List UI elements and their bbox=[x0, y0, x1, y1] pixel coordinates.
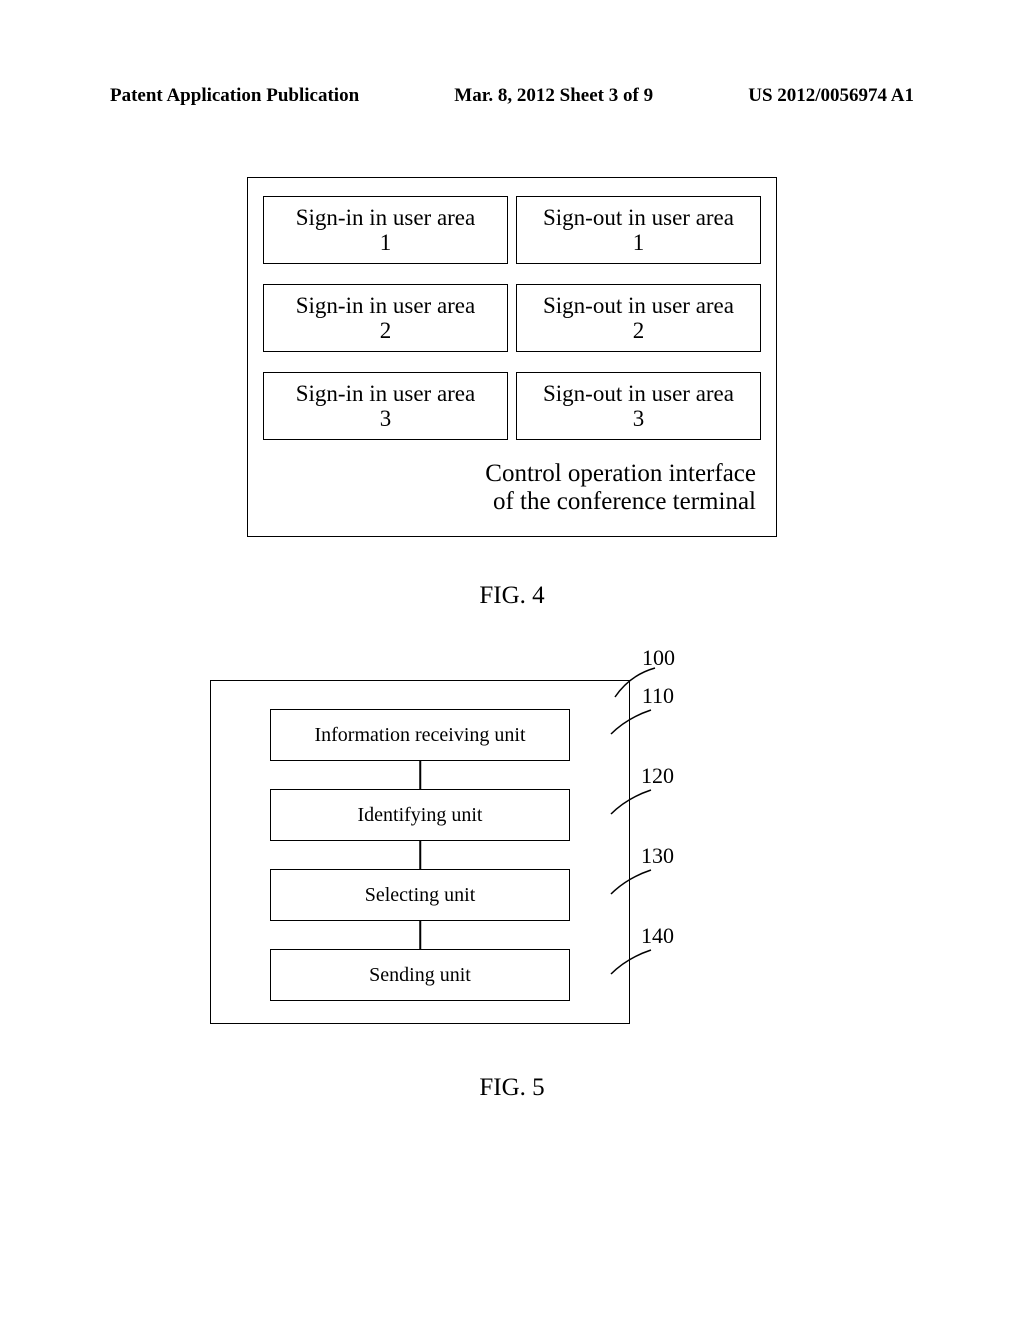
leader-130-icon bbox=[609, 866, 654, 896]
unit-row-120: Identifying unit 120 bbox=[211, 789, 629, 841]
signin-area-1: Sign-in in user area 1 bbox=[263, 196, 508, 264]
connector-1 bbox=[419, 761, 421, 789]
unit-row-130: Selecting unit 130 bbox=[211, 869, 629, 921]
leader-140-icon bbox=[609, 946, 654, 976]
unit-row-110: Information receiving unit 110 bbox=[211, 709, 629, 761]
fig5-panel: 100 Information receiving unit 110 Ident… bbox=[210, 680, 630, 1024]
info-receiving-unit: Information receiving unit bbox=[270, 709, 570, 761]
unit-row-140: Sending unit 140 bbox=[211, 949, 629, 1001]
fig4-row-2: Sign-in in user area 2 Sign-out in user … bbox=[263, 284, 761, 352]
leader-110-icon bbox=[609, 706, 654, 736]
header-center: Mar. 8, 2012 Sheet 3 of 9 bbox=[454, 85, 653, 107]
signout-area-3: Sign-out in user area 3 bbox=[516, 372, 761, 440]
signout-area-2: Sign-out in user area 2 bbox=[516, 284, 761, 352]
fig4-row-1: Sign-in in user area 1 Sign-out in user … bbox=[263, 196, 761, 264]
fig4-panel: Sign-in in user area 1 Sign-out in user … bbox=[247, 177, 777, 537]
fig5-outer-box: Information receiving unit 110 Identifyi… bbox=[210, 680, 630, 1024]
fig4-caption: Control operation interface of the confe… bbox=[263, 460, 761, 515]
page-header: Patent Application Publication Mar. 8, 2… bbox=[0, 0, 1024, 117]
fig4-row-3: Sign-in in user area 3 Sign-out in user … bbox=[263, 372, 761, 440]
signin-area-3: Sign-in in user area 3 bbox=[263, 372, 508, 440]
header-right: US 2012/0056974 A1 bbox=[748, 85, 914, 107]
identifying-unit: Identifying unit bbox=[270, 789, 570, 841]
fig5-label: FIG. 5 bbox=[0, 1074, 1024, 1102]
signin-area-2: Sign-in in user area 2 bbox=[263, 284, 508, 352]
selecting-unit: Selecting unit bbox=[270, 869, 570, 921]
sending-unit: Sending unit bbox=[270, 949, 570, 1001]
header-left: Patent Application Publication bbox=[110, 85, 359, 107]
connector-2 bbox=[419, 841, 421, 869]
leader-120-icon bbox=[609, 786, 654, 816]
signout-area-1: Sign-out in user area 1 bbox=[516, 196, 761, 264]
fig4-label: FIG. 4 bbox=[0, 582, 1024, 610]
connector-3 bbox=[419, 921, 421, 949]
